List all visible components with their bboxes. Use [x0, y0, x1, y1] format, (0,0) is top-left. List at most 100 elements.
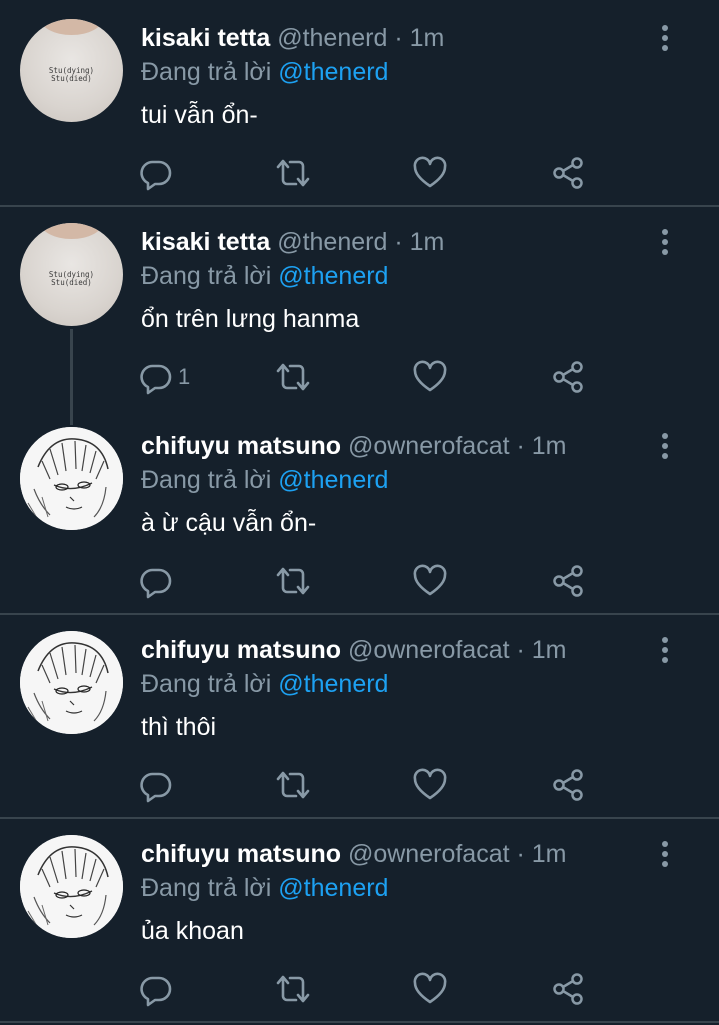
tweet-text: à ừ cậu vẫn ổn-	[141, 509, 317, 537]
mention-link[interactable]: @thenerd	[278, 58, 388, 86]
share-button[interactable]	[550, 153, 586, 193]
heart-icon	[412, 767, 448, 803]
heart-icon	[412, 971, 448, 1007]
heart-icon	[412, 155, 448, 191]
replying-to: Đang trả lời @thenerd	[141, 463, 388, 497]
share-icon	[550, 767, 586, 803]
tweet[interactable]: Stu(dying) Stu(died) kisaki tetta @thene…	[0, 206, 719, 411]
avatar[interactable]: Stu(dying) Stu(died)	[20, 19, 123, 122]
more-vertical-icon[interactable]	[650, 21, 680, 55]
like-button[interactable]	[412, 153, 448, 193]
retweet-icon	[274, 767, 312, 803]
share-button[interactable]	[550, 357, 586, 397]
more-vertical-icon[interactable]	[650, 429, 680, 463]
avatar[interactable]: Stu(dying) Stu(died)	[20, 223, 123, 326]
replying-to: Đang trả lời @thenerd	[141, 259, 388, 293]
timestamp[interactable]: · 1m	[517, 432, 567, 460]
tweet-header: chifuyu matsuno @ownerofacat · 1m	[141, 837, 567, 871]
replying-to: Đang trả lời @thenerd	[141, 871, 388, 905]
tweet[interactable]: Stu(dying) Stu(died) kisaki tetta @thene…	[0, 0, 719, 204]
username[interactable]: @thenerd	[277, 24, 387, 52]
thread-connector	[70, 329, 73, 425]
reply-button[interactable]	[138, 969, 178, 1009]
reply-button[interactable]	[138, 153, 178, 193]
tweet[interactable]: chifuyu matsuno @ownerofacat · 1m Đang t…	[0, 615, 719, 815]
like-button[interactable]	[412, 561, 448, 601]
manga-portrait	[20, 631, 123, 734]
share-icon	[550, 971, 586, 1007]
more-vertical-icon[interactable]	[650, 837, 680, 871]
more-vertical-icon[interactable]	[650, 225, 680, 259]
reply-icon	[138, 359, 174, 395]
avatar[interactable]	[20, 835, 123, 938]
tweet-text: thì thôi	[141, 713, 217, 741]
tweet-actions	[138, 153, 598, 193]
retweet-button[interactable]	[274, 357, 312, 397]
more-vertical-icon[interactable]	[650, 633, 680, 667]
retweet-button[interactable]	[274, 765, 312, 805]
mention-link[interactable]: @thenerd	[278, 262, 388, 290]
avatar[interactable]	[20, 631, 123, 734]
retweet-button[interactable]	[274, 153, 312, 193]
retweet-button[interactable]	[274, 969, 312, 1009]
replying-to: Đang trả lời @thenerd	[141, 55, 388, 89]
avatar[interactable]	[20, 427, 123, 530]
tweet-divider	[0, 1021, 719, 1023]
replying-prefix: Đang trả lời	[141, 874, 272, 902]
reply-icon	[138, 767, 174, 803]
reply-button[interactable]	[138, 765, 178, 805]
timestamp[interactable]: · 1m	[394, 24, 444, 52]
timestamp[interactable]: · 1m	[517, 636, 567, 664]
tweet[interactable]: chifuyu matsuno @ownerofacat · 1m Đang t…	[0, 412, 719, 611]
avatar-shirt-print: Stu(dying) Stu(died)	[48, 66, 95, 83]
username[interactable]: @ownerofacat	[348, 432, 510, 460]
reply-button[interactable]: 1	[138, 357, 190, 397]
like-button[interactable]	[412, 357, 448, 397]
tweet-actions: 1	[138, 357, 598, 397]
tweet-actions	[138, 561, 598, 601]
tweet-actions	[138, 765, 598, 805]
tweet-header: kisaki tetta @thenerd · 1m	[141, 225, 444, 259]
display-name[interactable]: chifuyu matsuno	[141, 840, 341, 868]
replying-prefix: Đang trả lời	[141, 58, 272, 86]
timestamp[interactable]: · 1m	[394, 228, 444, 256]
share-icon	[550, 359, 586, 395]
share-icon	[550, 563, 586, 599]
display-name[interactable]: chifuyu matsuno	[141, 636, 341, 664]
replying-prefix: Đang trả lời	[141, 670, 272, 698]
tweet-header: kisaki tetta @thenerd · 1m	[141, 21, 444, 55]
replying-to: Đang trả lời @thenerd	[141, 667, 388, 701]
username[interactable]: @ownerofacat	[348, 840, 510, 868]
heart-icon	[412, 359, 448, 395]
mention-link[interactable]: @thenerd	[278, 670, 388, 698]
manga-portrait	[20, 427, 123, 530]
retweet-icon	[274, 155, 312, 191]
display-name[interactable]: kisaki tetta	[141, 24, 270, 52]
share-button[interactable]	[550, 765, 586, 805]
mention-link[interactable]: @thenerd	[278, 466, 388, 494]
retweet-icon	[274, 359, 312, 395]
tweet-text: ủa khoan	[141, 917, 244, 945]
tweet-header: chifuyu matsuno @ownerofacat · 1m	[141, 429, 567, 463]
share-button[interactable]	[550, 561, 586, 601]
retweet-button[interactable]	[274, 561, 312, 601]
username[interactable]: @ownerofacat	[348, 636, 510, 664]
like-button[interactable]	[412, 765, 448, 805]
username[interactable]: @thenerd	[277, 228, 387, 256]
replying-prefix: Đang trả lời	[141, 466, 272, 494]
display-name[interactable]: chifuyu matsuno	[141, 432, 341, 460]
reply-icon	[138, 971, 174, 1007]
avatar-shirt-print: Stu(dying) Stu(died)	[48, 270, 95, 287]
tweet-text: ổn trên lưng hanma	[141, 305, 360, 333]
reply-icon	[138, 563, 174, 599]
manga-portrait	[20, 835, 123, 938]
tweet[interactable]: chifuyu matsuno @ownerofacat · 1m Đang t…	[0, 819, 719, 1025]
like-button[interactable]	[412, 969, 448, 1009]
tweet-actions	[138, 969, 598, 1009]
timestamp[interactable]: · 1m	[517, 840, 567, 868]
mention-link[interactable]: @thenerd	[278, 874, 388, 902]
share-button[interactable]	[550, 969, 586, 1009]
reply-button[interactable]	[138, 561, 178, 601]
display-name[interactable]: kisaki tetta	[141, 228, 270, 256]
reply-thread: Stu(dying) Stu(died) kisaki tetta @thene…	[0, 0, 719, 1025]
